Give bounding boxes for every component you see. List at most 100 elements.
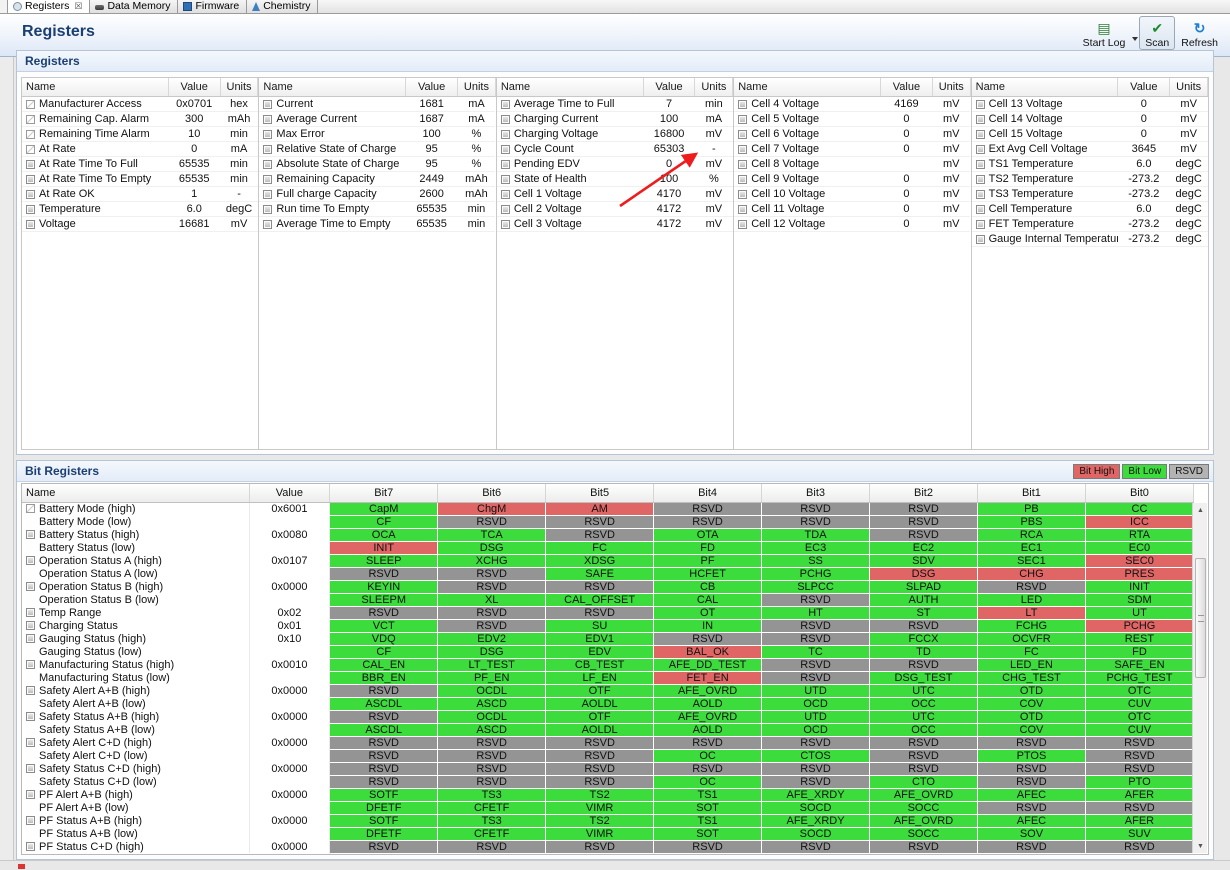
bit-cell-bit2[interactable]: AFE_OVRD	[869, 787, 978, 802]
register-row[interactable]: Cell 9 Voltage 0 mV	[734, 171, 971, 187]
register-row[interactable]: Cell 8 Voltage mV	[734, 156, 971, 172]
scan-button[interactable]: ✔ Scan	[1139, 16, 1176, 50]
bit-cell-bit3[interactable]: RSVD	[761, 735, 871, 750]
register-row[interactable]: TS3 Temperature -273.2 degC	[971, 186, 1208, 202]
bit-cell-bit5[interactable]: RSVD	[545, 514, 655, 529]
bit-cell-bit7[interactable]: SLEEPM	[329, 592, 439, 607]
bit-cell-bit3[interactable]: RSVD	[761, 657, 871, 672]
bit-register-row[interactable]: PF Status A+B (low) DFETF CFETF VIMR SOT SOCD…	[22, 826, 1195, 841]
register-value[interactable]: 2449	[405, 171, 458, 187]
bit-cell-bit2[interactable]: RSVD	[869, 657, 978, 672]
bit-cell-bit6[interactable]: DSG	[437, 644, 547, 659]
bit-cell-bit7[interactable]: RSVD	[329, 683, 439, 698]
bit-cell-bit5[interactable]: RSVD	[545, 839, 655, 854]
registers-col-header-units[interactable]: Units	[220, 78, 259, 97]
bit-cell-bit5[interactable]: TS2	[545, 813, 655, 828]
bit-cell-bit3[interactable]: TDA	[761, 527, 871, 542]
register-row[interactable]: Current 1681 mA	[259, 96, 496, 112]
bit-cell-bit7[interactable]: RSVD	[329, 774, 439, 789]
bit-cell-bit4[interactable]: OC	[653, 748, 763, 763]
registers-col-header-name[interactable]: Name	[971, 78, 1119, 97]
bit-register-value[interactable]	[249, 645, 331, 658]
bit-registers-scrollbar[interactable]: ▲ ▼	[1192, 503, 1207, 853]
bit-cell-bit6[interactable]: RSVD	[437, 618, 547, 633]
register-value[interactable]: 0	[1117, 126, 1170, 142]
bit-register-value[interactable]: 0x0000	[249, 788, 331, 801]
bit-cell-bit4[interactable]: BAL_OK	[653, 644, 763, 659]
bit-cell-bit2[interactable]: RSVD	[869, 618, 978, 633]
bit-cell-bit1[interactable]: LT	[976, 605, 1086, 620]
register-value[interactable]: 1687	[405, 111, 458, 127]
bit-cell-bit1[interactable]: EC1	[976, 540, 1086, 555]
bit-cell-bit0[interactable]: RTA	[1084, 527, 1195, 542]
bit-cell-bit0[interactable]: INIT	[1084, 579, 1195, 594]
register-value[interactable]: 0	[1117, 111, 1170, 127]
bit-cell-bit6[interactable]: RSVD	[437, 735, 547, 750]
bit-cell-bit6[interactable]: CFETF	[437, 800, 547, 815]
bit-cell-bit0[interactable]: AFER	[1084, 787, 1195, 802]
bit-cell-bit3[interactable]: RSVD	[761, 670, 871, 685]
bit-cell-bit2[interactable]: UTC	[869, 683, 978, 698]
bit-register-value[interactable]: 0x01	[249, 619, 331, 632]
bit-register-row[interactable]: Battery Status (low) INIT DSG FC FD EC3 EC2 EC1…	[22, 540, 1195, 555]
bit-register-row[interactable]: Safety Status A+B (high) 0x0000 RSVD OCDL OT…	[22, 709, 1195, 724]
register-value[interactable]: 100	[405, 126, 458, 142]
bit-cell-bit2[interactable]: RSVD	[869, 735, 978, 750]
bit-cell-bit5[interactable]: FC	[545, 540, 655, 555]
bit-cell-bit0[interactable]: RSVD	[1084, 800, 1195, 815]
register-row[interactable]: Absolute State of Charge 95%	[259, 156, 496, 172]
registers-col-header-name[interactable]: Name	[734, 78, 881, 97]
bit-cell-bit7[interactable]: INIT	[329, 540, 439, 555]
bit-cell-bit0[interactable]: SEC0	[1084, 553, 1195, 568]
bit-cell-bit7[interactable]: OCA	[329, 527, 439, 542]
bit-register-value[interactable]	[249, 723, 331, 736]
bit-cell-bit6[interactable]: LT_TEST	[437, 657, 547, 672]
bit-cell-bit4[interactable]: FET_EN	[653, 670, 763, 685]
bit-register-row[interactable]: Battery Mode (high) 0x6001 CapM ChgM AM RSVD R…	[22, 501, 1195, 516]
bit-cell-bit6[interactable]: RSVD	[437, 514, 547, 529]
close-icon[interactable]: ☒	[74, 1, 82, 12]
bit-cell-bit2[interactable]: DSG_TEST	[869, 670, 978, 685]
bit-cell-bit7[interactable]: DFETF	[329, 800, 439, 815]
bit-cell-bit0[interactable]: RSVD	[1084, 839, 1195, 854]
register-value[interactable]: 3645	[1117, 141, 1170, 157]
bit-cell-bit5[interactable]: XDSG	[545, 553, 655, 568]
register-value[interactable]: 16681	[168, 216, 221, 232]
bit-cell-bit4[interactable]: RSVD	[653, 839, 763, 854]
bit-cell-bit7[interactable]: CF	[329, 514, 439, 529]
bit-register-value[interactable]: 0x0000	[249, 580, 331, 593]
bit-cell-bit1[interactable]: OTD	[976, 683, 1086, 698]
bit-cell-bit3[interactable]: OCD	[761, 696, 871, 711]
bit-cell-bit6[interactable]: OCDL	[437, 709, 547, 724]
register-row[interactable]: Ext Avg Cell Voltage 3645 mV	[971, 141, 1208, 157]
register-row[interactable]: Full charge Capacity 2600 mAh	[259, 186, 496, 202]
bit-register-value[interactable]	[249, 515, 331, 528]
bit-cell-bit4[interactable]: AOLD	[653, 696, 763, 711]
bit-register-row[interactable]: PF Alert A+B (low) DFETF CFETF VIMR SOT SOCD S…	[22, 800, 1195, 815]
register-row[interactable]: Average Current 1687 mA	[259, 111, 496, 127]
bit-cell-bit0[interactable]: SUV	[1084, 826, 1195, 841]
bit-cell-bit2[interactable]: OCC	[869, 696, 978, 711]
register-row[interactable]: Voltage 16681 mV	[22, 216, 258, 232]
bit-cell-bit4[interactable]: OT	[653, 605, 763, 620]
bit-cell-bit3[interactable]: SOCD	[761, 826, 871, 841]
bit-register-value[interactable]: 0x02	[249, 606, 331, 619]
bit-cell-bit0[interactable]: AFER	[1084, 813, 1195, 828]
register-value[interactable]: 4172	[643, 201, 695, 217]
bit-cell-bit3[interactable]: EC3	[761, 540, 871, 555]
bit-cell-bit5[interactable]: OTF	[545, 683, 655, 698]
bit-cell-bit7[interactable]: SLEEP	[329, 553, 439, 568]
scrollbar-thumb[interactable]	[1195, 558, 1206, 678]
register-row[interactable]: Cell 4 Voltage 4169 mV	[734, 96, 971, 112]
bit-register-value[interactable]	[249, 801, 331, 814]
register-value[interactable]: 100	[643, 111, 695, 127]
bit-cell-bit3[interactable]: UTD	[761, 709, 871, 724]
bit-cell-bit5[interactable]: AOLDL	[545, 722, 655, 737]
bit-register-value[interactable]: 0x0000	[249, 684, 331, 697]
register-value[interactable]: 0x0701	[168, 96, 221, 112]
bit-register-value[interactable]: 0x0010	[249, 658, 331, 671]
register-value[interactable]: 10	[168, 126, 221, 142]
bit-cell-bit2[interactable]: TD	[869, 644, 978, 659]
tab-firmware[interactable]: Firmware	[178, 0, 248, 13]
register-value[interactable]: 2600	[405, 186, 458, 202]
